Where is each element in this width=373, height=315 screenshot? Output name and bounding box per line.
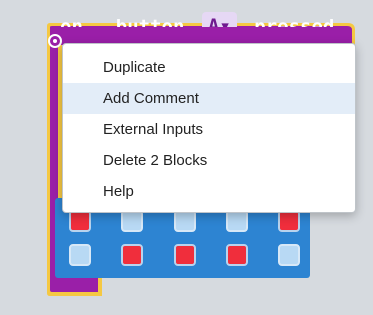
led-cell[interactable]	[226, 244, 248, 266]
menu-item-help[interactable]: Help	[63, 176, 355, 207]
menu-item-duplicate[interactable]: Duplicate	[63, 52, 355, 83]
context-menu: Duplicate Add Comment External Inputs Delet…	[62, 43, 356, 213]
led-cell[interactable]	[69, 210, 91, 232]
gear-icon[interactable]	[47, 33, 63, 49]
led-cell[interactable]	[278, 244, 300, 266]
led-cell[interactable]	[174, 244, 196, 266]
led-cell[interactable]	[121, 210, 143, 232]
led-cell[interactable]	[278, 210, 300, 232]
led-cell[interactable]	[174, 210, 196, 232]
led-cell[interactable]	[226, 210, 248, 232]
led-cell[interactable]	[121, 244, 143, 266]
menu-item-add-comment[interactable]: Add Comment	[63, 83, 355, 114]
menu-item-delete-2-blocks[interactable]: Delete 2 Blocks	[63, 145, 355, 176]
led-cell[interactable]	[69, 244, 91, 266]
menu-item-external-inputs[interactable]: External Inputs	[63, 114, 355, 145]
